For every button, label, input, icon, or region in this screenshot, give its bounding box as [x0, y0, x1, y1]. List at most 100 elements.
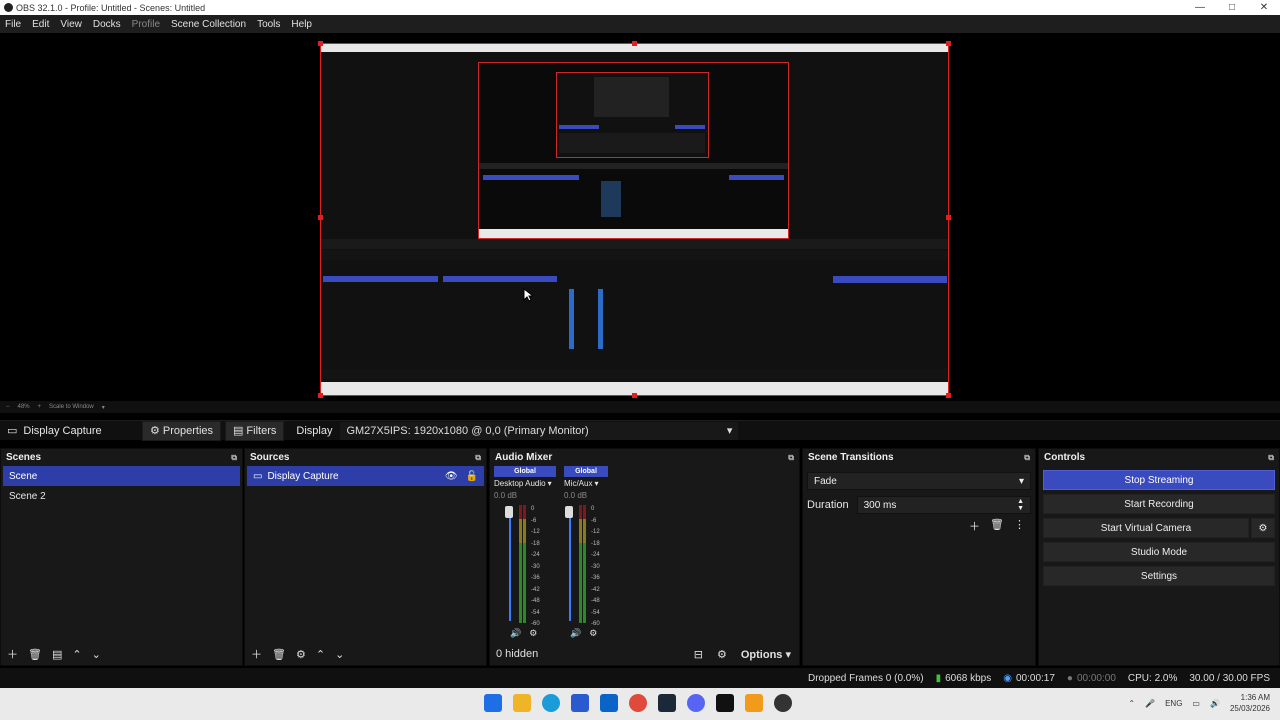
resize-handle-b[interactable]	[632, 393, 637, 398]
language-indicator[interactable]: ENG	[1165, 699, 1182, 708]
trash-icon[interactable]: 🗑	[28, 648, 42, 661]
meter-tick-label: -48	[591, 598, 600, 604]
gear-icon[interactable]: ⚙	[296, 648, 306, 661]
steam-icon[interactable]	[658, 694, 676, 712]
scenes-title: Scenes	[6, 452, 42, 463]
spin-icon[interactable]: ▲ ▼	[1017, 498, 1024, 512]
meter-tick-label: -54	[531, 609, 540, 616]
hidden-count[interactable]: 0 hidden	[496, 648, 538, 660]
resize-handle-tr[interactable]	[946, 41, 951, 46]
game-icon[interactable]	[745, 694, 763, 712]
add-icon[interactable]: ＋	[251, 646, 262, 662]
volume-slider-handle[interactable]	[565, 506, 573, 518]
undock-icon[interactable]: ⧉	[475, 453, 481, 463]
zoom-in-button[interactable]: +	[38, 404, 42, 410]
speaker-icon[interactable]: 🔊	[570, 628, 581, 639]
chevron-up-icon[interactable]: ⌃	[316, 648, 325, 661]
gear-icon[interactable]: ⚙	[529, 628, 537, 639]
controls-title: Controls	[1044, 452, 1086, 463]
undock-icon[interactable]: ⧉	[1024, 453, 1030, 463]
windows-start-icon[interactable]	[484, 694, 502, 712]
menu-profile[interactable]: Profile	[132, 19, 160, 30]
undock-icon[interactable]: ⧉	[231, 453, 237, 463]
network-icon[interactable]: ▭	[1192, 699, 1200, 708]
trash-icon[interactable]: 🗑	[990, 518, 1004, 534]
more-icon[interactable]: ⋮	[1014, 518, 1025, 534]
monitor-icon: ▭	[7, 425, 18, 437]
discord-icon[interactable]	[687, 694, 705, 712]
stop-streaming-button[interactable]: Stop Streaming	[1043, 470, 1275, 490]
settings-button[interactable]: Settings	[1043, 566, 1275, 586]
speaker-icon[interactable]: 🔊	[510, 628, 521, 639]
menu-file[interactable]: File	[5, 19, 21, 30]
channel-name[interactable]: Desktop Audio	[494, 479, 546, 488]
volume-slider-track[interactable]	[569, 509, 571, 621]
menu-scene-collection[interactable]: Scene Collection	[171, 19, 246, 30]
lock-icon[interactable]: 🔓	[466, 471, 478, 482]
undock-icon[interactable]: ⧉	[1268, 453, 1274, 463]
channel-name[interactable]: Mic/Aux	[564, 479, 592, 488]
trash-icon[interactable]: 🗑	[272, 648, 286, 661]
minimize-button[interactable]: —	[1184, 0, 1216, 15]
menu-view[interactable]: View	[60, 19, 82, 30]
chevron-down-icon[interactable]: ▾	[548, 479, 552, 488]
menu-docks[interactable]: Docks	[93, 19, 121, 30]
scene-item[interactable]: Scene	[3, 466, 240, 486]
menu-help[interactable]: Help	[291, 19, 312, 30]
resize-handle-tl[interactable]	[318, 41, 323, 46]
resize-handle-br[interactable]	[946, 393, 951, 398]
undock-icon[interactable]: ⧉	[788, 453, 794, 463]
resize-handle-bl[interactable]	[318, 393, 323, 398]
add-icon[interactable]: ＋	[7, 646, 18, 662]
duration-input[interactable]: 300 ms ▲ ▼	[856, 496, 1031, 514]
edge-icon[interactable]	[542, 694, 560, 712]
chevron-down-icon[interactable]: ▾	[102, 404, 105, 411]
volume-icon[interactable]: 🔊	[1210, 699, 1220, 708]
resize-handle-l[interactable]	[318, 215, 323, 220]
filters-button[interactable]: ▤ Filters	[225, 420, 285, 441]
properties-button[interactable]: ⚙ Properties	[142, 420, 222, 441]
clock[interactable]: 1:36 AM 25/03/2026	[1230, 692, 1270, 714]
chevron-down-icon[interactable]: ⌄	[335, 648, 344, 661]
resize-handle-t[interactable]	[632, 41, 637, 46]
chevron-down-icon[interactable]: ▾	[594, 479, 598, 488]
microphone-icon[interactable]: 🎤	[1145, 699, 1155, 708]
close-button[interactable]: ✕	[1248, 0, 1280, 15]
volume-slider-handle[interactable]	[505, 506, 513, 518]
eye-icon[interactable]: 👁	[445, 471, 458, 482]
advanced-audio-icon[interactable]: ⚙	[717, 648, 727, 661]
meter-tick-label: -42	[531, 586, 540, 593]
store-icon[interactable]	[571, 694, 589, 712]
preview-area[interactable]	[0, 33, 1280, 401]
display-select[interactable]: GM27X5IPS: 1920x1080 @ 0,0 (Primary Moni…	[340, 421, 739, 440]
menu-tools[interactable]: Tools	[257, 19, 280, 30]
chevron-down-icon[interactable]: ⌄	[92, 648, 101, 661]
layout-icon[interactable]: ⊟	[694, 648, 703, 661]
terminal-icon[interactable]	[716, 694, 734, 712]
chevron-up-icon[interactable]: ⌃	[1128, 699, 1135, 708]
gear-icon[interactable]: ⚙	[589, 628, 597, 639]
scale-mode-select[interactable]: Scale to Window	[49, 404, 94, 410]
meter-tick-label: -12	[531, 529, 540, 535]
outlook-icon[interactable]	[600, 694, 618, 712]
chrome-icon[interactable]	[629, 694, 647, 712]
add-icon[interactable]: ＋	[969, 518, 980, 534]
volume-slider-track[interactable]	[509, 509, 511, 621]
start-recording-button[interactable]: Start Recording	[1043, 494, 1275, 514]
start-virtual-camera-button[interactable]: Start Virtual Camera	[1043, 518, 1249, 538]
chevron-up-icon[interactable]: ⌃	[72, 648, 81, 661]
maximize-button[interactable]: □	[1216, 0, 1248, 15]
preview-canvas-display-capture[interactable]	[320, 43, 949, 396]
resize-handle-r[interactable]	[946, 215, 951, 220]
zoom-out-button[interactable]: −	[6, 404, 10, 410]
virtual-camera-settings-icon[interactable]: ⚙	[1251, 518, 1275, 538]
options-button[interactable]: Options ▾	[741, 648, 791, 661]
filter-icon[interactable]: ▤	[52, 648, 62, 661]
source-item[interactable]: ▭ Display Capture 👁 🔓	[247, 466, 484, 486]
obs-icon[interactable]	[774, 694, 792, 712]
studio-mode-button[interactable]: Studio Mode	[1043, 542, 1275, 562]
file-explorer-icon[interactable]	[513, 694, 531, 712]
menu-edit[interactable]: Edit	[32, 19, 49, 30]
scene-item[interactable]: Scene 2	[3, 486, 240, 506]
transition-select[interactable]: Fade ▾	[807, 472, 1031, 490]
